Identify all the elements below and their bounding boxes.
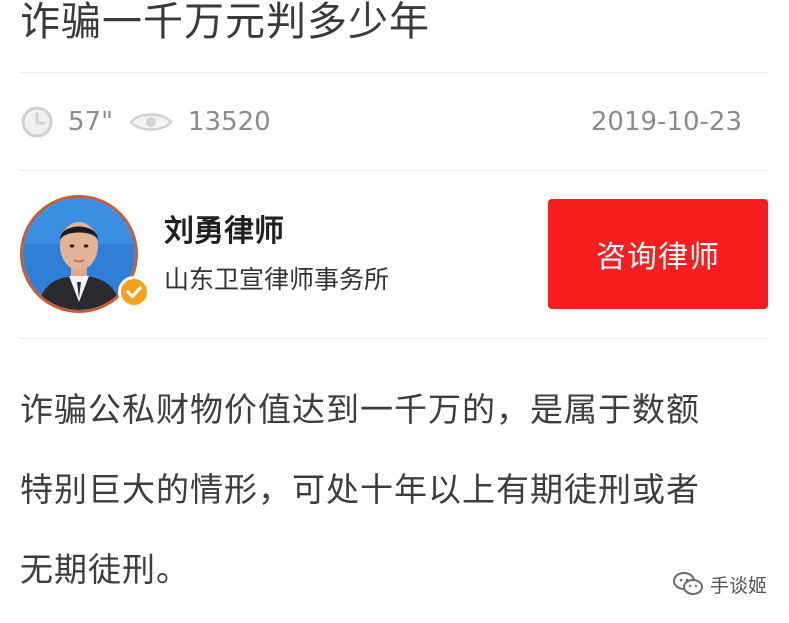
watermark-text: 手谈姬 bbox=[709, 574, 767, 597]
lawyer-name[interactable]: 刘勇律师 bbox=[164, 206, 284, 250]
article-paragraph-line: 无期徒刑。 bbox=[20, 550, 190, 589]
divider bbox=[20, 338, 768, 339]
page-title: 诈骗一千万元判多少年 bbox=[20, 0, 430, 45]
publish-date: 2019-10-23 bbox=[590, 107, 742, 137]
divider bbox=[20, 170, 768, 171]
watermark: 手谈姬 bbox=[672, 569, 767, 599]
consult-lawyer-button[interactable]: 咨询律师 bbox=[548, 199, 768, 309]
duration-meta: 57" bbox=[20, 100, 113, 144]
read-duration: 57" bbox=[68, 107, 114, 137]
article-paragraph-line: 特别巨大的情形，可处十年以上有期徒刑或者 bbox=[20, 470, 700, 509]
article-body: 诈骗公私财物价值达到一千万的，是属于数额 特别巨大的情形，可处十年以上有期徒刑或… bbox=[20, 370, 760, 610]
article-page: 诈骗一千万元判多少年 57" 13520 2019-10-23 刘勇律师 山东卫… bbox=[0, 0, 789, 623]
clock-icon bbox=[20, 105, 54, 139]
check-badge-icon bbox=[118, 276, 150, 308]
wechat-icon bbox=[672, 572, 703, 595]
law-firm-name: 山东卫宣律师事务所 bbox=[164, 265, 390, 294]
article-meta: 57" 13520 2019-10-23 bbox=[20, 100, 768, 144]
divider bbox=[20, 72, 768, 73]
eye-icon bbox=[128, 107, 174, 137]
article-paragraph-line: 诈骗公私财物价值达到一千万的，是属于数额 bbox=[20, 390, 700, 429]
view-count: 13520 bbox=[188, 107, 271, 137]
lawyer-card: 刘勇律师 山东卫宣律师事务所 咨询律师 bbox=[20, 192, 768, 318]
views-meta: 13520 bbox=[128, 100, 271, 144]
